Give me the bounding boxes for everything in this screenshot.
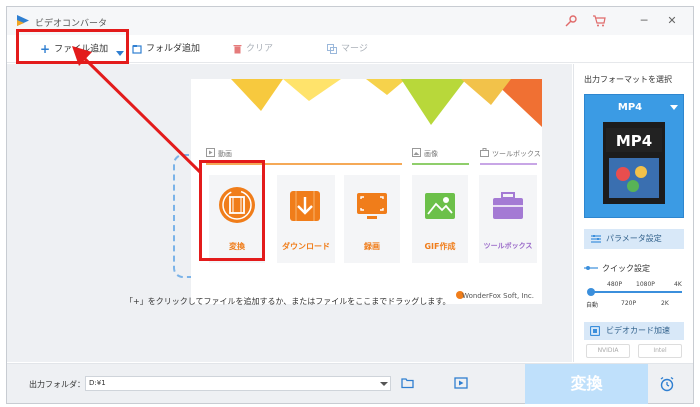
annotation-arrow <box>72 46 202 174</box>
